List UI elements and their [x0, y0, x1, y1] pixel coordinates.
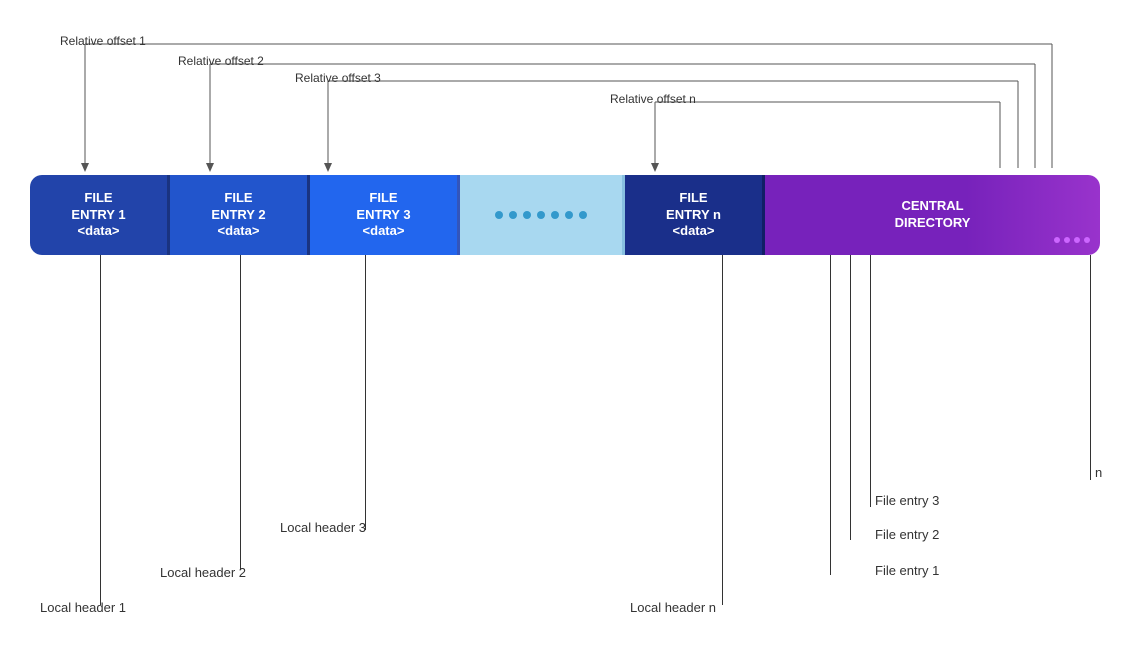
segment-file2: FILEENTRY 2<data>	[170, 175, 310, 255]
dot3	[523, 211, 531, 219]
dot1	[495, 211, 503, 219]
dot6	[565, 211, 573, 219]
dot4	[537, 211, 545, 219]
label-local-header-3: Local header 3	[280, 520, 366, 535]
vline-1	[100, 255, 101, 605]
vline-3	[365, 255, 366, 530]
dot7	[579, 211, 587, 219]
segment-filen: FILEENTRY n<data>	[625, 175, 765, 255]
vline-2	[240, 255, 241, 570]
label-file-entry-2: File entry 2	[875, 527, 939, 542]
segment-file1: FILEENTRY 1<data>	[30, 175, 170, 255]
vline-n	[722, 255, 723, 605]
main-bar: FILEENTRY 1<data> FILEENTRY 2<data> FILE…	[30, 175, 1100, 255]
segment-file3: FILEENTRY 3<data>	[310, 175, 460, 255]
dot5	[551, 211, 559, 219]
offset-label-1: Relative offset 1	[60, 34, 146, 48]
segment-dots	[460, 175, 625, 255]
label-file-entry-1: File entry 1	[875, 563, 939, 578]
vline-end	[1090, 255, 1091, 480]
offset-label-2: Relative offset 2	[178, 54, 264, 68]
label-local-header-2: Local header 2	[160, 565, 246, 580]
offset-label-n: Relative offset n	[610, 92, 696, 106]
bottom-lines-section: Local header 1 Local header 2 Local head…	[30, 255, 1100, 625]
label-file-entry-3: File entry 3	[875, 493, 939, 508]
label-local-header-n: Local header n	[630, 600, 716, 615]
central-dots	[1054, 237, 1090, 243]
vline-entry3	[870, 255, 871, 507]
offset-arrows-svg	[30, 20, 1100, 175]
diagram-container: Relative offset 1 Relative offset 2 Rela…	[30, 20, 1120, 630]
vline-entry1	[830, 255, 831, 575]
offset-label-3: Relative offset 3	[295, 71, 381, 85]
vline-entry2	[850, 255, 851, 540]
label-n: n	[1095, 465, 1102, 480]
segment-central-directory: CENTRALDIRECTORY	[765, 175, 1100, 255]
label-local-header-1: Local header 1	[40, 600, 126, 615]
dot2	[509, 211, 517, 219]
